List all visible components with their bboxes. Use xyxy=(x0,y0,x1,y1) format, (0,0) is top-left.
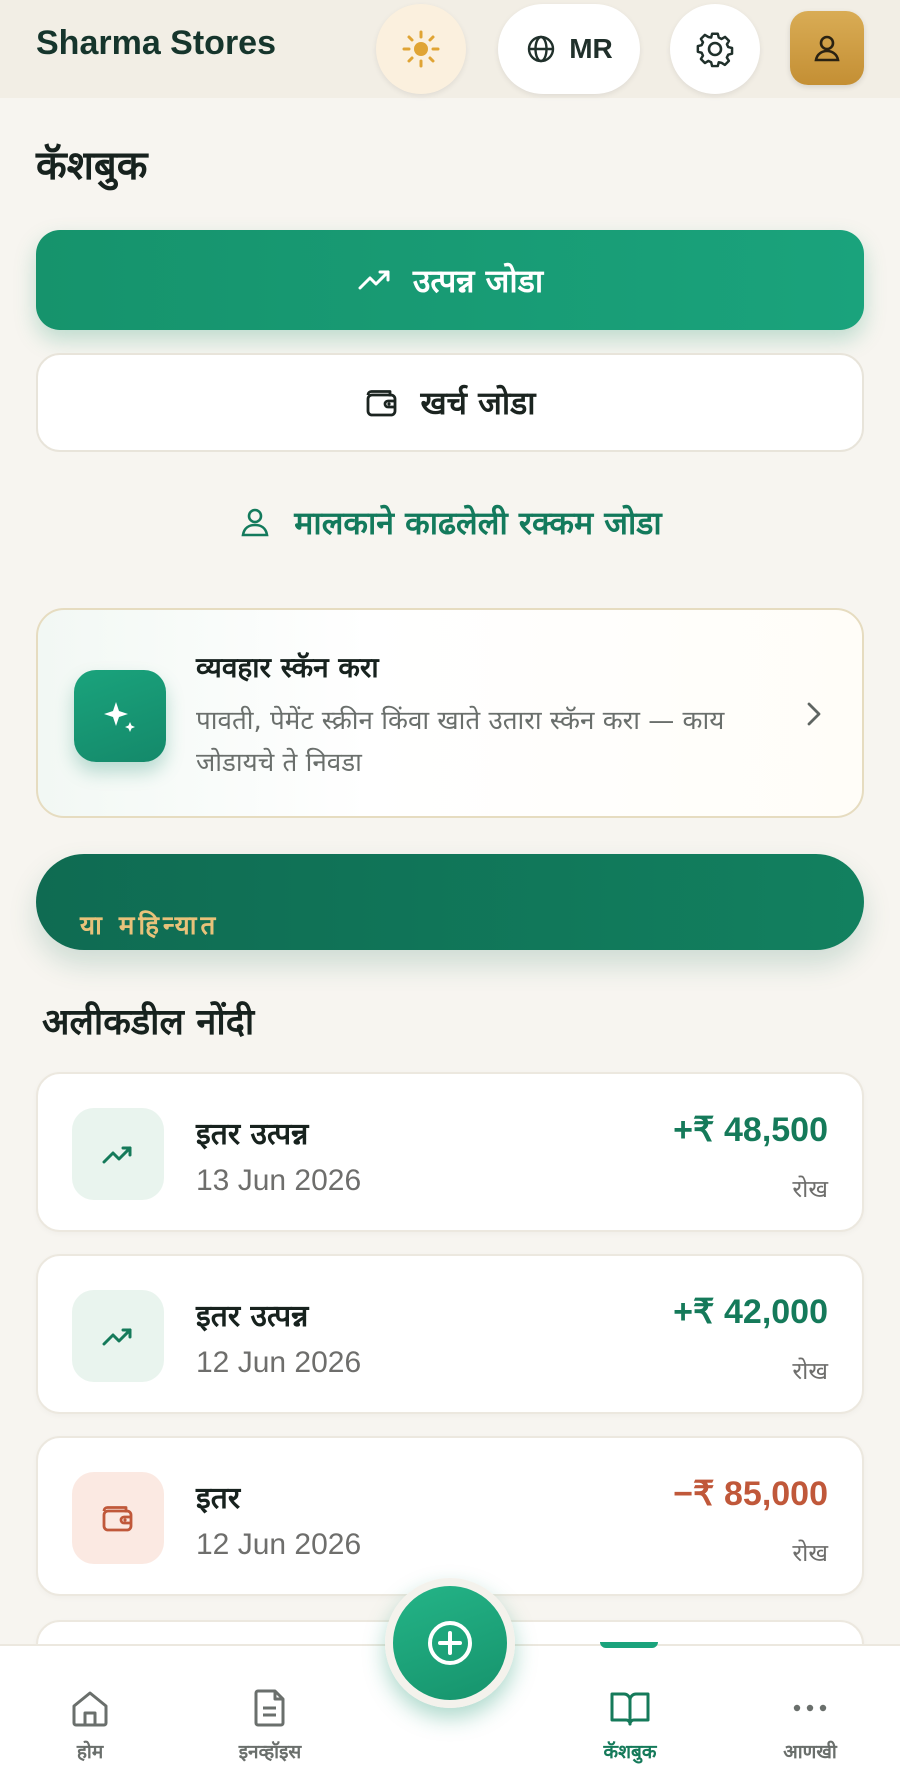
entry-payment-mode: रोख xyxy=(792,1539,828,1567)
nav-item-cashbook[interactable]: कॅशबुक xyxy=(550,1686,710,1766)
theme-toggle-button[interactable] xyxy=(376,4,466,94)
entry-payment-mode: रोख xyxy=(792,1175,828,1203)
nav-item-label: कॅशबुक xyxy=(603,1741,657,1763)
chevron-right-icon xyxy=(802,696,826,736)
recent-entries-title: अलीकडील नोंदी xyxy=(42,1002,255,1043)
sparkle-icon xyxy=(74,670,166,762)
entry-name: इतर xyxy=(196,1481,241,1516)
account-button[interactable] xyxy=(790,11,864,85)
document-icon xyxy=(254,1689,285,1727)
nav-item-label: इनव्हॉइस xyxy=(238,1741,302,1763)
scan-transaction-card[interactable]: व्यवहार स्कॅन करा पावती, पेमेंट स्क्रीन … xyxy=(36,608,864,818)
nav-item-more[interactable]: आणखी xyxy=(730,1686,890,1766)
book-icon xyxy=(610,1692,650,1726)
user-icon xyxy=(814,35,840,62)
plus-circle-icon xyxy=(428,1621,472,1665)
active-tab-indicator xyxy=(600,1642,658,1648)
add-income-label: उत्पन्न जोडा xyxy=(412,261,544,300)
home-icon xyxy=(72,1691,108,1727)
settings-button[interactable] xyxy=(670,4,760,94)
entry-amount: +₹ 42,000 xyxy=(673,1293,828,1331)
language-code: MR xyxy=(569,33,613,64)
add-owner-withdrawal-link[interactable]: मालकाने काढलेली रक्कम जोडा xyxy=(36,492,864,552)
wallet-icon xyxy=(367,389,397,416)
add-owner-withdrawal-label: मालकाने काढलेली रक्कम जोडा xyxy=(294,503,662,542)
language-button[interactable]: MR xyxy=(498,4,640,94)
add-income-button[interactable]: उत्पन्न जोडा xyxy=(36,230,864,330)
gear-icon xyxy=(696,32,734,68)
list-item[interactable]: इतर 12 Jun 2026 −₹ 85,000 रोख xyxy=(36,1436,864,1596)
brand-name: Sharma Stores xyxy=(36,24,276,62)
scan-card-title: व्यवहार स्कॅन करा xyxy=(196,651,379,684)
sun-icon xyxy=(402,30,440,68)
entry-payment-mode: रोख xyxy=(792,1357,828,1385)
entry-date: 13 Jun 2026 xyxy=(196,1164,362,1197)
nav-item-label: होम xyxy=(76,1741,104,1763)
entry-date: 12 Jun 2026 xyxy=(196,1528,362,1561)
entry-date: 12 Jun 2026 xyxy=(196,1346,362,1379)
page-title: कॅशबुक xyxy=(36,143,148,189)
nav-item-label: आणखी xyxy=(783,1741,837,1763)
month-summary-card[interactable]: या महिन्यात xyxy=(36,854,864,950)
entry-name: इतर उत्पन्न xyxy=(196,1299,309,1334)
list-item[interactable]: इतर उत्पन्न 12 Jun 2026 +₹ 42,000 रोख xyxy=(36,1254,864,1414)
more-icon xyxy=(793,1704,827,1712)
entry-amount: +₹ 48,500 xyxy=(673,1111,828,1149)
user-icon xyxy=(241,508,269,537)
entry-name: इतर उत्पन्न xyxy=(196,1117,309,1152)
add-expense-button[interactable]: खर्च जोडा xyxy=(36,353,864,452)
top-bar: Sharma Stores MR xyxy=(0,0,900,98)
month-summary-label: या महिन्यात xyxy=(80,911,220,941)
add-expense-label: खर्च जोडा xyxy=(420,384,536,422)
wallet-icon xyxy=(72,1472,164,1564)
nav-item-home[interactable]: होम xyxy=(10,1686,170,1766)
quick-add-button[interactable] xyxy=(385,1578,515,1708)
globe-icon xyxy=(528,35,555,63)
trending-up-icon xyxy=(358,270,390,290)
trending-up-icon xyxy=(72,1290,164,1382)
nav-item-invoices[interactable]: इनव्हॉइस xyxy=(190,1686,350,1766)
scan-card-description: पावती, पेमेंट स्क्रीन किंवा खाते उतारा स… xyxy=(196,706,725,778)
trending-up-icon xyxy=(72,1108,164,1200)
entry-amount: −₹ 85,000 xyxy=(673,1475,828,1513)
list-item[interactable]: इतर उत्पन्न 13 Jun 2026 +₹ 48,500 रोख xyxy=(36,1072,864,1232)
